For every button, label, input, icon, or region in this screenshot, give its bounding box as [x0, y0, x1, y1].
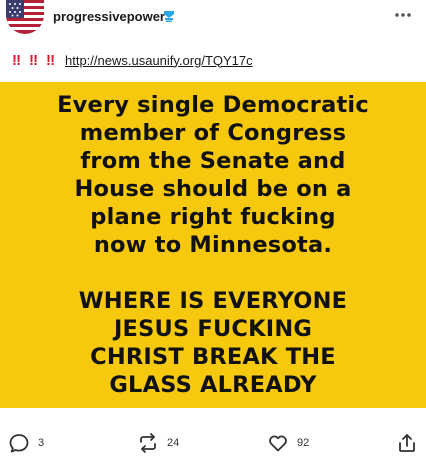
- reply-count: 3: [38, 437, 45, 449]
- image-text-paragraph-2: WHERE IS EVERYONE JESUS FUCKING CHRIST B…: [79, 287, 347, 399]
- image-text-line: WHERE IS EVERYONE: [78, 288, 348, 314]
- heart-icon: [269, 435, 287, 452]
- us-flag-avatar-image: [6, 0, 44, 34]
- image-text-line: from the Senate and: [80, 148, 346, 174]
- double-exclamation-icon: ‼: [45, 51, 55, 69]
- image-text-line: GLASS ALREADY: [109, 372, 317, 398]
- image-text-line: plane right fucking: [90, 204, 336, 230]
- double-exclamation-emojis: ‼ ‼ ‼: [8, 52, 58, 69]
- post-caption: ‼ ‼ ‼ http://news.usaunify.org/TQY17c: [8, 50, 253, 70]
- caption-link[interactable]: http://news.usaunify.org/TQY17c: [65, 53, 253, 68]
- post-actions: 3 24 92: [0, 430, 426, 456]
- username[interactable]: progressivepower: [53, 9, 165, 24]
- reblog-icon: [140, 433, 156, 453]
- reblog-count: 24: [167, 437, 180, 449]
- post-image[interactable]: Every single Democratic member of Congre…: [0, 82, 426, 408]
- post-header: progressivepower: [0, 0, 426, 34]
- reblog-button[interactable]: 24: [137, 432, 179, 454]
- more-options-icon[interactable]: [392, 7, 414, 23]
- reply-icon: [9, 434, 29, 453]
- like-button[interactable]: 92: [267, 432, 309, 454]
- blue-badge-icon: [162, 9, 176, 23]
- image-text-line: JESUS FUCKING: [113, 316, 313, 342]
- share-icon: [399, 434, 415, 452]
- avatar[interactable]: [6, 0, 44, 34]
- double-exclamation-icon: ‼: [28, 51, 38, 69]
- image-text-line: member of Congress: [79, 120, 347, 146]
- image-text-paragraph-1: Every single Democratic member of Congre…: [57, 91, 369, 259]
- image-text-line: CHRIST BREAK THE: [90, 344, 336, 370]
- share-button[interactable]: [396, 432, 418, 454]
- reply-button[interactable]: 3: [8, 432, 44, 454]
- like-count: 92: [297, 437, 310, 449]
- image-text-line: now to Minnesota.: [93, 232, 333, 258]
- double-exclamation-icon: ‼: [11, 51, 21, 69]
- image-text-line: Every single Democratic: [57, 92, 369, 118]
- image-text-line: House should be on a: [74, 176, 352, 202]
